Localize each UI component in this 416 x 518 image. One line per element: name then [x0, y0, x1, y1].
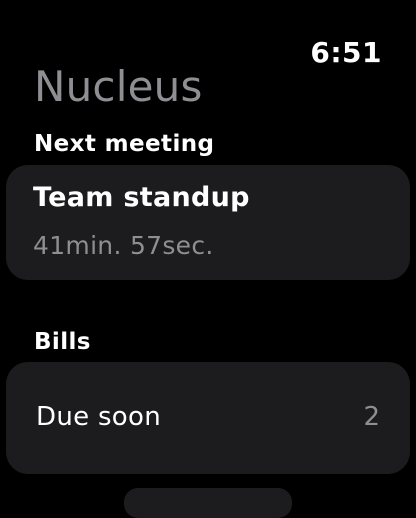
status-time: 6:51 [310, 36, 382, 69]
bills-due-soon-row[interactable]: Due soon 2 [6, 362, 410, 474]
partially-visible-button[interactable] [124, 488, 292, 518]
meeting-countdown: 41min. 57sec. [33, 231, 214, 260]
meeting-title: Team standup [33, 182, 250, 213]
bills-count-badge: 2 [363, 402, 380, 432]
page-title: Nucleus [34, 62, 203, 111]
next-meeting-card[interactable]: Team standup 41min. 57sec. [6, 165, 410, 280]
next-meeting-section-label: Next meeting [34, 131, 215, 157]
bills-section-label: Bills [34, 329, 91, 355]
bills-row-label: Due soon [36, 402, 161, 432]
